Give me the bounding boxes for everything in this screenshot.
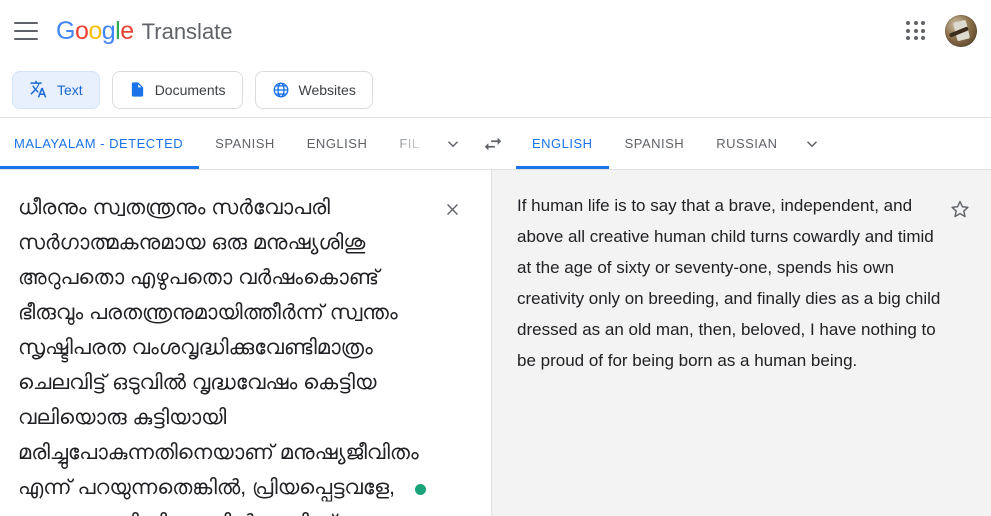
translation-panels: ധീരനും സ്വതന്ത്രനും സർവോപരി സർഗാത്മകനുമാ… xyxy=(0,170,991,516)
source-lang-spanish[interactable]: SPANISH xyxy=(199,118,291,169)
target-lang-russian[interactable]: RUSSIAN xyxy=(700,118,793,169)
logo-letter-e: e xyxy=(120,16,134,45)
tab-text-label: Text xyxy=(57,81,83,98)
app-header: Google Translate xyxy=(0,0,991,62)
tab-documents[interactable]: Documents xyxy=(111,70,243,109)
star-outline-icon[interactable] xyxy=(946,195,974,223)
target-panel: If human life is to say that a brave, in… xyxy=(492,170,991,516)
source-lang-english-label: ENGLISH xyxy=(306,136,368,151)
source-more-languages-chevron-down-icon[interactable] xyxy=(436,118,470,169)
apps-grid-icon[interactable] xyxy=(901,16,931,46)
mode-tab-bar: Text Documents Websites xyxy=(0,62,991,118)
google-translate-app: Google Translate Text Documents Websites… xyxy=(0,0,991,516)
source-lang-filipino-label: FIL xyxy=(399,136,420,151)
header-actions xyxy=(901,15,991,47)
status-indicator-dot xyxy=(415,484,426,495)
target-lang-spanish-label: SPANISH xyxy=(624,136,685,151)
translated-text: If human life is to say that a brave, in… xyxy=(517,196,941,370)
source-lang-malayalam[interactable]: MALAYALAM - DETECTED xyxy=(0,118,200,169)
logo-letter-o1: o xyxy=(74,16,89,45)
tab-websites[interactable]: Websites xyxy=(254,70,373,109)
tab-text[interactable]: Text xyxy=(12,70,100,109)
target-language-tabs: ENGLISH SPANISH RUSSIAN xyxy=(516,118,991,169)
source-lang-filipino[interactable]: FIL xyxy=(383,118,435,169)
brand: Google Translate xyxy=(56,17,233,46)
tab-websites-label: Websites xyxy=(298,81,356,98)
source-lang-malayalam-label: MALAYALAM - DETECTED xyxy=(14,136,184,151)
source-text-input[interactable]: ധീരനും സ്വതന്ത്രനും സർവോപരി സർഗാത്മകനുമാ… xyxy=(18,190,428,516)
globe-icon xyxy=(272,81,290,99)
logo-letter-g: G xyxy=(56,16,75,45)
target-lang-english-label: ENGLISH xyxy=(532,136,593,151)
translate-icon xyxy=(29,80,48,99)
document-icon xyxy=(129,80,146,99)
swap-languages-icon[interactable] xyxy=(470,118,516,169)
logo-letter-g2: g xyxy=(101,16,116,45)
logo-letter-o2: o xyxy=(88,16,102,45)
language-bar: MALAYALAM - DETECTED SPANISH ENGLISH FIL xyxy=(0,118,991,170)
hamburger-menu-icon[interactable] xyxy=(14,22,38,40)
target-lang-spanish[interactable]: SPANISH xyxy=(609,118,701,169)
tab-documents-label: Documents xyxy=(154,81,226,98)
product-name: Translate xyxy=(141,18,233,44)
source-lang-english[interactable]: ENGLISH xyxy=(291,118,384,169)
close-icon[interactable] xyxy=(439,196,465,222)
target-lang-english[interactable]: ENGLISH xyxy=(516,118,609,169)
source-lang-spanish-label: SPANISH xyxy=(215,136,275,151)
target-more-languages-chevron-down-icon[interactable] xyxy=(793,118,831,169)
user-avatar[interactable] xyxy=(945,15,977,47)
google-logo: Google xyxy=(56,17,134,46)
source-language-tabs: MALAYALAM - DETECTED SPANISH ENGLISH FIL xyxy=(0,118,470,169)
source-panel: ധീരനും സ്വതന്ത്രനും സർവോപരി സർഗാത്മകനുമാ… xyxy=(0,170,492,516)
target-lang-russian-label: RUSSIAN xyxy=(716,136,778,151)
